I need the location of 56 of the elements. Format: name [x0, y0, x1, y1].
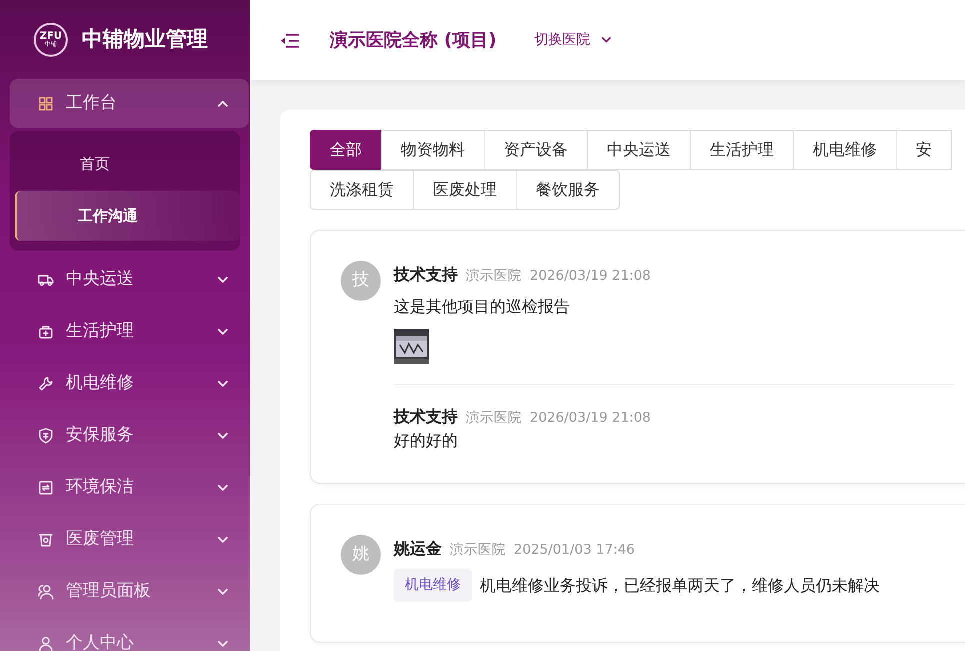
avatar: 技	[341, 261, 381, 301]
submenu-item[interactable]: 工作沟通	[15, 191, 240, 241]
chevron-down-icon	[217, 536, 229, 544]
menu-item[interactable]: 机电维修	[10, 359, 249, 408]
menu-item[interactable]: 中央运送	[10, 255, 249, 304]
chevron-up-icon	[217, 100, 229, 108]
chevron-down-icon	[217, 484, 229, 492]
timestamp: 2025/01/03 17:46	[514, 541, 636, 560]
category-tab[interactable]: 安	[896, 130, 952, 170]
avatar: 姚	[341, 535, 381, 575]
category-tab[interactable]: 机电维修	[793, 130, 897, 170]
category-tab[interactable]: 资产设备	[484, 130, 588, 170]
menu-item[interactable]: 安保服务	[10, 411, 249, 460]
menu-item[interactable]: 工作台	[10, 79, 249, 128]
message-text: 这是其他项目的巡检报告	[394, 296, 570, 318]
chevron-down-icon	[217, 328, 229, 336]
users-icon	[38, 584, 54, 600]
shield-icon	[38, 428, 54, 444]
grid-icon	[38, 96, 54, 112]
message-text: 机电维修业务投诉，已经报单两天了，维修人员仍未解决	[480, 574, 880, 596]
chevron-down-icon	[217, 432, 229, 440]
organization-name: 演示医院	[466, 409, 522, 428]
category-tab[interactable]: 洗涤租赁	[310, 170, 414, 210]
category-tab[interactable]: 全部	[310, 130, 382, 170]
chevron-down-icon	[217, 640, 229, 648]
category-tab[interactable]: 中央运送	[587, 130, 691, 170]
category-tab[interactable]: 物资物料	[381, 130, 485, 170]
reply-text: 好的好的	[394, 431, 458, 450]
organization-name: 演示医院	[450, 541, 506, 560]
user-icon	[38, 636, 54, 651]
organization-name: 演示医院	[466, 267, 522, 286]
category-tab[interactable]: 生活护理	[690, 130, 794, 170]
menu-item[interactable]: 管理员面板	[10, 567, 249, 616]
category-tag: 机电维修	[394, 569, 472, 602]
bin-icon	[38, 532, 54, 548]
author-name: 姚运金	[394, 538, 442, 560]
submenu-item[interactable]: 首页	[15, 139, 240, 189]
author-name: 技术支持	[394, 406, 458, 428]
chevron-down-icon	[217, 276, 229, 284]
refresh-icon	[38, 480, 54, 496]
category-tab[interactable]: 医废处理	[413, 170, 517, 210]
medical-bag-icon	[38, 324, 54, 340]
chevron-down-icon	[600, 36, 612, 44]
menu-item[interactable]: 生活护理	[10, 307, 249, 356]
author-name: 技术支持	[394, 264, 458, 286]
timestamp: 2026/03/19 21:08	[530, 409, 652, 428]
category-tab[interactable]: 餐饮服务	[516, 170, 620, 210]
timestamp: 2026/03/19 21:08	[530, 267, 652, 286]
menu-item[interactable]: 医废管理	[10, 515, 249, 564]
page-title: 演示医院全称 (项目)	[330, 28, 497, 52]
wrench-icon	[38, 376, 54, 392]
hospital-switch[interactable]: 切换医院	[534, 30, 612, 50]
brand-name: 中辅物业管理	[82, 26, 208, 54]
menu-item[interactable]: 环境保洁	[10, 463, 249, 512]
chevron-down-icon	[217, 588, 229, 596]
chevron-down-icon	[217, 380, 229, 388]
